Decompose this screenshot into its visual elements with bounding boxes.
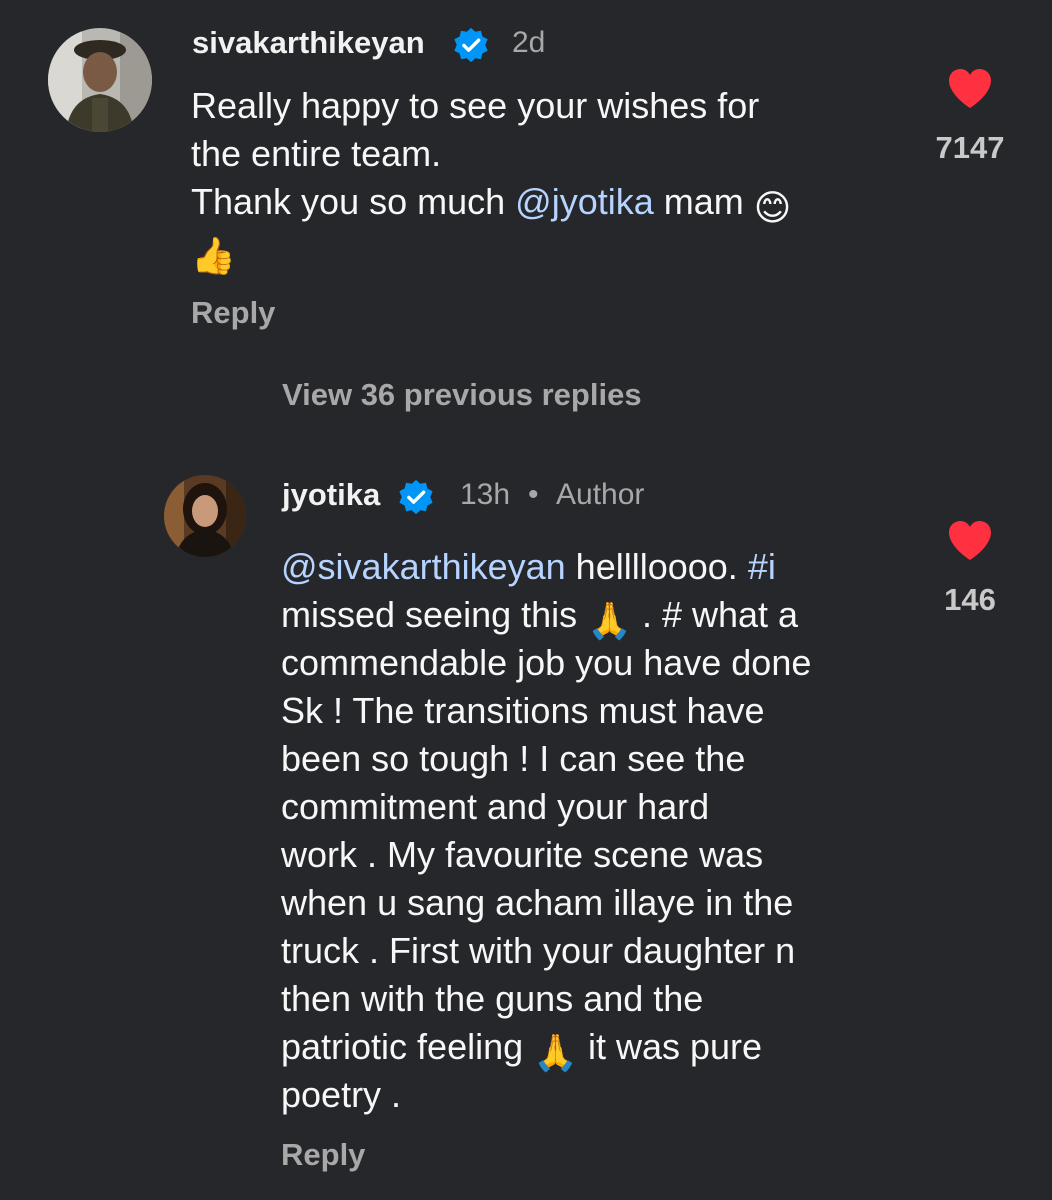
reply-button[interactable]: Reply — [281, 1137, 365, 1173]
thumbs-up-emoji-icon: 👍 — [191, 235, 236, 276]
comment-line: commitment and your hard — [281, 786, 710, 827]
heart-icon[interactable] — [946, 518, 994, 562]
comment-text: Really happy to see your wishes for the … — [191, 82, 791, 276]
like-count: 146 — [944, 582, 996, 617]
mention-link-sivakarthikeyan[interactable]: @sivakarthikeyan — [281, 546, 566, 587]
comment-line: truck . First with your daughter n — [281, 930, 796, 971]
comment-time: 2d — [512, 26, 546, 59]
text-fragment: helllloooo. — [565, 546, 748, 587]
text-fragment: . # what a — [631, 594, 799, 635]
text-fragment: it was pure — [577, 1026, 763, 1067]
verified-badge-icon — [454, 27, 488, 63]
comment-line: 👍 — [191, 226, 791, 276]
comment-line: when u sang acham illaye in the — [281, 882, 794, 923]
text-fragment: Thank you so much — [191, 181, 516, 222]
comment-line: then with the guns and the — [281, 978, 704, 1019]
like-count: 7147 — [935, 130, 1005, 165]
comment-line: Thank you so much @jyotika mam 😊 — [191, 178, 791, 228]
mention-link-jyotika[interactable]: @jyotika — [515, 181, 654, 222]
avatar-sivakarthikeyan[interactable] — [48, 28, 152, 132]
comment-line: @sivakarthikeyan helllloooo. #i — [281, 543, 811, 591]
reply-button[interactable]: Reply — [191, 295, 275, 331]
hashtag-link[interactable]: #i — [748, 546, 776, 587]
username[interactable]: jyotika — [282, 477, 380, 513]
author-badge: Author — [556, 478, 645, 511]
text-fragment: missed seeing this — [281, 594, 588, 635]
text-fragment: mam — [653, 181, 754, 222]
comment-time: 13h — [460, 478, 511, 511]
comment-line: commendable job you have done — [281, 642, 812, 683]
meta-separator-dot: • — [528, 478, 539, 511]
verified-badge-icon — [399, 479, 433, 515]
avatar-jyotika[interactable] — [164, 475, 246, 557]
pray-emoji-icon: 🙏 — [533, 1032, 578, 1073]
comment-line: been so tough ! I can see the — [281, 738, 746, 779]
comment-line: patriotic feeling 🙏 it was pure — [281, 1023, 811, 1073]
comment-line: poetry . — [281, 1074, 402, 1115]
comment-text: @sivakarthikeyan helllloooo. #i missed s… — [281, 543, 811, 1119]
comment-line: missed seeing this 🙏 . # what a — [281, 591, 811, 641]
smile-emoji-icon: 😊 — [753, 187, 792, 228]
text-fragment: patriotic feeling — [281, 1026, 534, 1067]
view-previous-replies-button[interactable]: View 36 previous replies — [282, 377, 642, 413]
comment-line: Sk ! The transitions must have — [281, 690, 765, 731]
heart-icon[interactable] — [946, 66, 994, 110]
username[interactable]: sivakarthikeyan — [192, 25, 425, 61]
comment-line: Really happy to see your wishes for — [191, 85, 760, 126]
comment-line: the entire team. — [191, 133, 442, 174]
pray-emoji-icon: 🙏 — [587, 600, 632, 641]
comment-line: work . My favourite scene was — [281, 834, 764, 875]
